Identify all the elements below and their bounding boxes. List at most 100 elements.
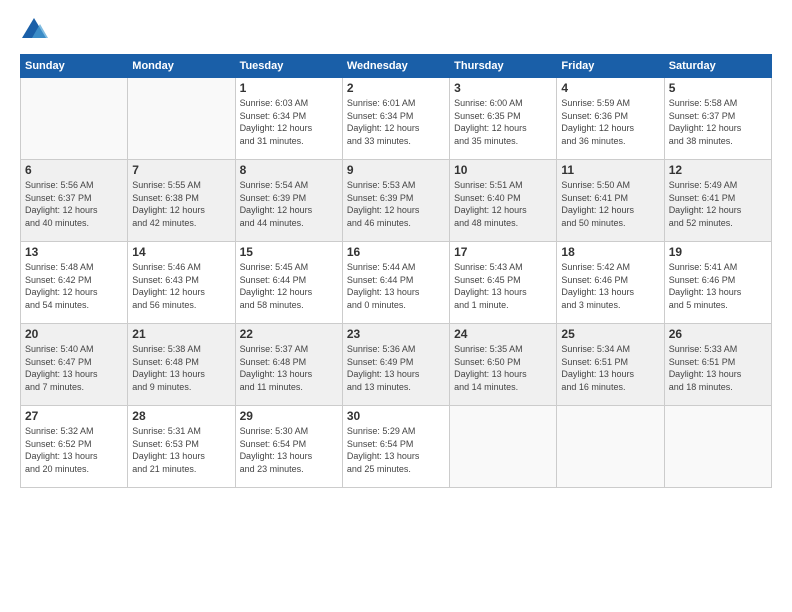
day-info: Sunrise: 5:51 AM Sunset: 6:40 PM Dayligh… xyxy=(454,179,552,229)
day-number: 7 xyxy=(132,163,230,177)
calendar-header-monday: Monday xyxy=(128,55,235,78)
calendar-cell: 6 Sunrise: 5:56 AM Sunset: 6:37 PM Daylig… xyxy=(21,160,128,242)
day-number: 22 xyxy=(240,327,338,341)
day-info: Sunrise: 5:29 AM Sunset: 6:54 PM Dayligh… xyxy=(347,425,445,475)
calendar-cell: 19 Sunrise: 5:41 AM Sunset: 6:46 PM Dayli… xyxy=(664,242,771,324)
calendar-cell: 28 Sunrise: 5:31 AM Sunset: 6:53 PM Dayli… xyxy=(128,406,235,488)
day-number: 30 xyxy=(347,409,445,423)
day-info: Sunrise: 5:37 AM Sunset: 6:48 PM Dayligh… xyxy=(240,343,338,393)
calendar-cell: 20Sunrise: 5:40 AM Sunset: 6:47 PM Dayli… xyxy=(21,324,128,406)
calendar-header-wednesday: Wednesday xyxy=(342,55,449,78)
calendar-header-tuesday: Tuesday xyxy=(235,55,342,78)
calendar-header-sunday: Sunday xyxy=(21,55,128,78)
day-number: 27 xyxy=(25,409,123,423)
day-number: 19 xyxy=(669,245,767,259)
calendar-week-row: 6 Sunrise: 5:56 AM Sunset: 6:37 PM Daylig… xyxy=(21,160,772,242)
calendar-cell: 16Sunrise: 5:44 AM Sunset: 6:44 PM Dayli… xyxy=(342,242,449,324)
calendar-header-saturday: Saturday xyxy=(664,55,771,78)
day-info: Sunrise: 6:01 AM Sunset: 6:34 PM Dayligh… xyxy=(347,97,445,147)
day-info: Sunrise: 5:56 AM Sunset: 6:37 PM Dayligh… xyxy=(25,179,123,229)
calendar-cell xyxy=(450,406,557,488)
day-info: Sunrise: 5:49 AM Sunset: 6:41 PM Dayligh… xyxy=(669,179,767,229)
day-info: Sunrise: 5:45 AM Sunset: 6:44 PM Dayligh… xyxy=(240,261,338,311)
day-info: Sunrise: 5:30 AM Sunset: 6:54 PM Dayligh… xyxy=(240,425,338,475)
calendar-header-thursday: Thursday xyxy=(450,55,557,78)
day-number: 8 xyxy=(240,163,338,177)
calendar-cell: 22 Sunrise: 5:37 AM Sunset: 6:48 PM Dayli… xyxy=(235,324,342,406)
calendar-cell: 11Sunrise: 5:50 AM Sunset: 6:41 PM Dayli… xyxy=(557,160,664,242)
calendar-cell: 30 Sunrise: 5:29 AM Sunset: 6:54 PM Dayli… xyxy=(342,406,449,488)
calendar-week-row: 13 Sunrise: 5:48 AM Sunset: 6:42 PM Dayli… xyxy=(21,242,772,324)
logo xyxy=(20,16,52,44)
day-number: 24 xyxy=(454,327,552,341)
calendar-cell: 13 Sunrise: 5:48 AM Sunset: 6:42 PM Dayli… xyxy=(21,242,128,324)
day-info: Sunrise: 5:43 AM Sunset: 6:45 PM Dayligh… xyxy=(454,261,552,311)
calendar-week-row: 27Sunrise: 5:32 AM Sunset: 6:52 PM Dayli… xyxy=(21,406,772,488)
day-info: Sunrise: 6:03 AM Sunset: 6:34 PM Dayligh… xyxy=(240,97,338,147)
calendar-cell: 29 Sunrise: 5:30 AM Sunset: 6:54 PM Dayli… xyxy=(235,406,342,488)
day-number: 12 xyxy=(669,163,767,177)
calendar-cell: 2 Sunrise: 6:01 AM Sunset: 6:34 PM Daylig… xyxy=(342,78,449,160)
calendar-cell: 12 Sunrise: 5:49 AM Sunset: 6:41 PM Dayli… xyxy=(664,160,771,242)
day-number: 10 xyxy=(454,163,552,177)
calendar-cell: 17 Sunrise: 5:43 AM Sunset: 6:45 PM Dayli… xyxy=(450,242,557,324)
day-info: Sunrise: 5:38 AM Sunset: 6:48 PM Dayligh… xyxy=(132,343,230,393)
day-number: 29 xyxy=(240,409,338,423)
day-number: 5 xyxy=(669,81,767,95)
day-number: 28 xyxy=(132,409,230,423)
day-info: Sunrise: 5:58 AM Sunset: 6:37 PM Dayligh… xyxy=(669,97,767,147)
page: SundayMondayTuesdayWednesdayThursdayFrid… xyxy=(0,0,792,612)
day-number: 14 xyxy=(132,245,230,259)
calendar-cell: 15 Sunrise: 5:45 AM Sunset: 6:44 PM Dayli… xyxy=(235,242,342,324)
calendar-cell: 27Sunrise: 5:32 AM Sunset: 6:52 PM Dayli… xyxy=(21,406,128,488)
day-number: 1 xyxy=(240,81,338,95)
day-number: 17 xyxy=(454,245,552,259)
day-info: Sunrise: 5:59 AM Sunset: 6:36 PM Dayligh… xyxy=(561,97,659,147)
calendar-cell: 14 Sunrise: 5:46 AM Sunset: 6:43 PM Dayli… xyxy=(128,242,235,324)
calendar-cell xyxy=(128,78,235,160)
day-number: 16 xyxy=(347,245,445,259)
calendar-cell: 8 Sunrise: 5:54 AM Sunset: 6:39 PM Daylig… xyxy=(235,160,342,242)
day-info: Sunrise: 5:34 AM Sunset: 6:51 PM Dayligh… xyxy=(561,343,659,393)
calendar-cell xyxy=(664,406,771,488)
calendar-cell: 26Sunrise: 5:33 AM Sunset: 6:51 PM Dayli… xyxy=(664,324,771,406)
calendar-cell: 23Sunrise: 5:36 AM Sunset: 6:49 PM Dayli… xyxy=(342,324,449,406)
day-number: 6 xyxy=(25,163,123,177)
calendar-cell: 1 Sunrise: 6:03 AM Sunset: 6:34 PM Daylig… xyxy=(235,78,342,160)
calendar-cell: 3Sunrise: 6:00 AM Sunset: 6:35 PM Daylig… xyxy=(450,78,557,160)
calendar-cell: 7 Sunrise: 5:55 AM Sunset: 6:38 PM Daylig… xyxy=(128,160,235,242)
day-info: Sunrise: 5:31 AM Sunset: 6:53 PM Dayligh… xyxy=(132,425,230,475)
calendar-week-row: 20Sunrise: 5:40 AM Sunset: 6:47 PM Dayli… xyxy=(21,324,772,406)
calendar-cell: 5 Sunrise: 5:58 AM Sunset: 6:37 PM Daylig… xyxy=(664,78,771,160)
calendar-cell xyxy=(21,78,128,160)
day-info: Sunrise: 5:48 AM Sunset: 6:42 PM Dayligh… xyxy=(25,261,123,311)
day-number: 21 xyxy=(132,327,230,341)
day-number: 25 xyxy=(561,327,659,341)
calendar-week-row: 1 Sunrise: 6:03 AM Sunset: 6:34 PM Daylig… xyxy=(21,78,772,160)
calendar-cell xyxy=(557,406,664,488)
calendar-header-row: SundayMondayTuesdayWednesdayThursdayFrid… xyxy=(21,55,772,78)
day-number: 13 xyxy=(25,245,123,259)
day-number: 18 xyxy=(561,245,659,259)
day-info: Sunrise: 5:46 AM Sunset: 6:43 PM Dayligh… xyxy=(132,261,230,311)
day-number: 4 xyxy=(561,81,659,95)
calendar-cell: 18 Sunrise: 5:42 AM Sunset: 6:46 PM Dayli… xyxy=(557,242,664,324)
day-info: Sunrise: 5:33 AM Sunset: 6:51 PM Dayligh… xyxy=(669,343,767,393)
logo-icon xyxy=(20,16,48,44)
calendar-cell: 25 Sunrise: 5:34 AM Sunset: 6:51 PM Dayli… xyxy=(557,324,664,406)
calendar-cell: 21 Sunrise: 5:38 AM Sunset: 6:48 PM Dayli… xyxy=(128,324,235,406)
day-info: Sunrise: 6:00 AM Sunset: 6:35 PM Dayligh… xyxy=(454,97,552,147)
calendar: SundayMondayTuesdayWednesdayThursdayFrid… xyxy=(20,54,772,488)
day-info: Sunrise: 5:50 AM Sunset: 6:41 PM Dayligh… xyxy=(561,179,659,229)
calendar-cell: 24Sunrise: 5:35 AM Sunset: 6:50 PM Dayli… xyxy=(450,324,557,406)
day-info: Sunrise: 5:40 AM Sunset: 6:47 PM Dayligh… xyxy=(25,343,123,393)
day-info: Sunrise: 5:55 AM Sunset: 6:38 PM Dayligh… xyxy=(132,179,230,229)
day-number: 2 xyxy=(347,81,445,95)
calendar-header-friday: Friday xyxy=(557,55,664,78)
header xyxy=(20,16,772,44)
day-info: Sunrise: 5:42 AM Sunset: 6:46 PM Dayligh… xyxy=(561,261,659,311)
day-info: Sunrise: 5:54 AM Sunset: 6:39 PM Dayligh… xyxy=(240,179,338,229)
day-info: Sunrise: 5:53 AM Sunset: 6:39 PM Dayligh… xyxy=(347,179,445,229)
day-info: Sunrise: 5:41 AM Sunset: 6:46 PM Dayligh… xyxy=(669,261,767,311)
day-number: 15 xyxy=(240,245,338,259)
